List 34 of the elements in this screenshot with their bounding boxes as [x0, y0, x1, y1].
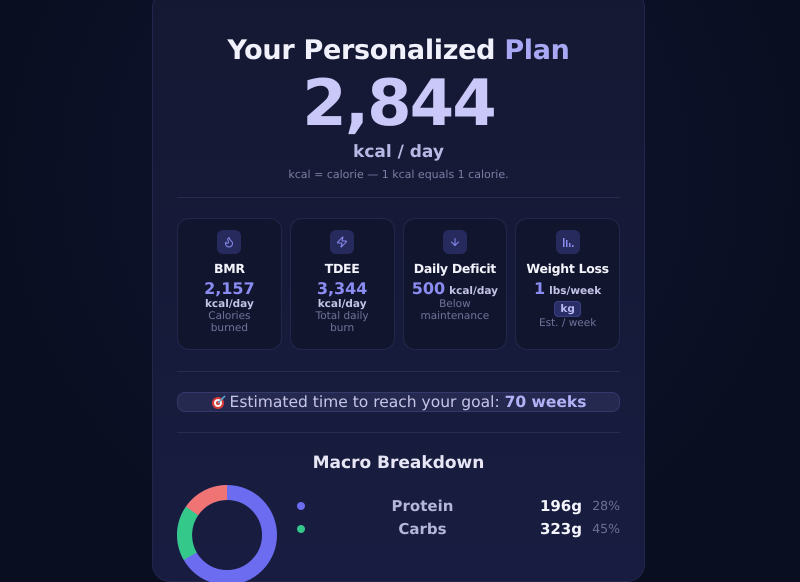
stat-title: BMR	[214, 261, 245, 276]
macro-name: Protein	[390, 496, 454, 514]
stat-note: Below maintenance	[419, 298, 490, 322]
stat-title: Weight Loss	[526, 261, 609, 276]
stat-note: Calories burned	[207, 310, 252, 334]
stat-value: 500	[412, 280, 446, 298]
lightning-icon	[336, 236, 348, 248]
stat-unit: kcal/day	[318, 298, 367, 310]
target-icon	[210, 395, 227, 409]
flame-icon	[223, 236, 236, 248]
arrow-down-icon	[448, 236, 461, 248]
macro-name: Carbs	[397, 520, 448, 538]
stat-unit: lbs/week	[549, 285, 602, 297]
goal-estimate: Estimated time to reach your goal: 70 weeks	[230, 393, 586, 411]
stat-note: Total daily burn	[314, 310, 370, 334]
unit-toggle[interactable]: kg	[554, 300, 581, 318]
stat-value: 1	[534, 280, 546, 298]
macro-grams: 196g	[540, 496, 582, 514]
stat-note: Est. / week	[538, 317, 596, 330]
macro-grams: 323g	[540, 520, 582, 538]
calorie-total: 2,844	[302, 72, 495, 136]
stat-unit: kcal/day	[449, 285, 498, 297]
macro-title: Macro Breakdown	[312, 453, 484, 473]
stat-title: Daily Deficit	[414, 261, 496, 276]
stat-unit: kcal/day	[204, 298, 254, 310]
stat-title: TDEE	[324, 261, 360, 276]
macro-percent: 28%	[591, 498, 620, 513]
macro-percent: 45%	[591, 521, 620, 536]
stat-value: 2,157	[204, 280, 255, 298]
bar-chart-icon	[562, 236, 574, 248]
calorie-unit: kcal / day	[353, 142, 444, 162]
unit-note: kcal = calorie — 1 kcal equals 1 calorie.	[288, 168, 509, 181]
plan-title: Your Personalized Plan	[227, 35, 570, 66]
stat-value: 3,344	[316, 280, 368, 298]
